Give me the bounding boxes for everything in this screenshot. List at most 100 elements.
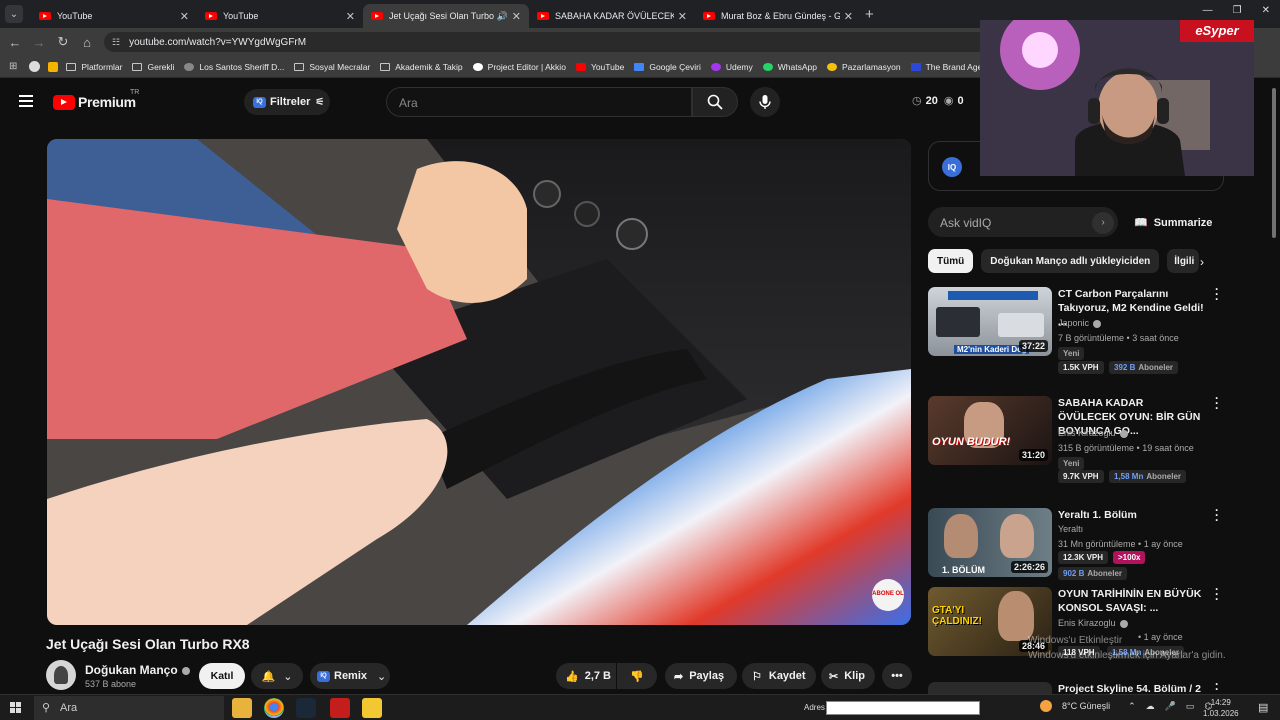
recommendation-channel[interactable]: Enis Kirazoglu xyxy=(1058,428,1128,438)
new-tab-icon[interactable]: + xyxy=(865,6,874,23)
notifications-icon[interactable]: ▤ xyxy=(1258,701,1268,714)
browser-tab-active[interactable]: Jet Uçağı Sesi Olan Turbo R 🔊 ✕ xyxy=(363,4,529,28)
browser-tab[interactable]: SABAHA KADAR ÖVÜLECEK OY ✕ xyxy=(529,4,695,28)
video-player[interactable]: ABONE OL xyxy=(47,139,911,625)
url-field[interactable]: ☷ youtube.com/watch?v=YWYgdWgGFrM xyxy=(104,32,1094,52)
recommendation-item[interactable]: M2'nin Kaderi Değ 37:22 CT Carbon Parçal… xyxy=(928,283,1221,379)
like-button[interactable]: 👍 2,7 B xyxy=(556,663,616,689)
tab-search-button[interactable]: ⌄ xyxy=(5,5,23,23)
recommendation-item[interactable]: OYUN BUDUR! 31:20 SABAHA KADAR ÖVÜLECEK … xyxy=(928,392,1221,488)
site-info-icon[interactable]: ☷ xyxy=(112,37,120,48)
chrome-icon[interactable] xyxy=(264,698,284,718)
notification-button[interactable]: 🔔 ⌄ xyxy=(251,663,303,689)
ask-vidiq-input[interactable]: Ask vidIQ xyxy=(928,207,1118,237)
browser-tab[interactable]: YouTube ✕ xyxy=(31,4,197,28)
tab-close-icon[interactable]: ✕ xyxy=(844,10,853,23)
more-actions-button[interactable]: ••• xyxy=(882,663,912,689)
home-icon[interactable]: ⌂ xyxy=(75,35,99,50)
remix-button[interactable]: IQ Remix ⌄ xyxy=(310,663,390,689)
bookmark-item[interactable]: Platformlar xyxy=(66,62,122,72)
battery-icon[interactable]: ▭ xyxy=(1186,701,1195,712)
back-icon[interactable]: ← xyxy=(3,35,27,50)
bookmark-item[interactable]: Google Çeviri xyxy=(634,62,701,72)
minimize-icon[interactable]: — xyxy=(1203,5,1213,16)
recommendation-channel[interactable]: Yeraltı xyxy=(1058,524,1083,534)
more-vertical-icon[interactable]: · · · xyxy=(1215,504,1221,526)
tab-close-icon[interactable]: ✕ xyxy=(512,10,521,23)
voice-search-button[interactable] xyxy=(750,87,780,117)
video-thumbnail[interactable]: M2'nin Kaderi Değ 37:22 xyxy=(928,287,1052,356)
filters-button[interactable]: IQ Filtreler ⚟ xyxy=(244,89,330,115)
tab-close-icon[interactable]: ✕ xyxy=(346,10,355,23)
share-button[interactable]: ➦ Paylaş xyxy=(665,663,737,689)
bookmark-item[interactable]: Pazarlamasyon xyxy=(827,62,901,72)
chevron-right-icon[interactable]: › xyxy=(1200,255,1204,269)
apps-grid-icon[interactable]: ⊞ xyxy=(9,61,17,72)
recommendation-item[interactable]: 1. BÖLÜM 2:26:26 Yeraltı 1. Bölüm Yeralt… xyxy=(928,504,1221,580)
google-icon[interactable] xyxy=(29,61,41,72)
channel-avatar[interactable] xyxy=(46,660,76,690)
taskbar-search-input[interactable]: ⚲ Ara xyxy=(34,696,224,720)
audio-playing-icon[interactable]: 🔊 xyxy=(497,11,508,22)
chevron-up-icon[interactable]: ⌃ xyxy=(1128,701,1136,712)
browser-tab[interactable]: YouTube ✕ xyxy=(197,4,363,28)
bookmark-item[interactable]: Project Editor | Akkio xyxy=(472,62,566,72)
dislike-button[interactable]: 👎 xyxy=(617,663,657,689)
subscribe-watermark[interactable]: ABONE OL xyxy=(872,579,904,611)
windows-start-icon[interactable] xyxy=(10,702,21,713)
video-thumbnail[interactable]: 1. BÖLÜM 2:26:26 xyxy=(928,508,1052,577)
bookmark-favicon-icon[interactable] xyxy=(48,61,59,72)
recommendation-item[interactable]: Project Skyline 54. Bölüm / 2 ·· xyxy=(928,682,1218,694)
more-vertical-icon[interactable]: · · · xyxy=(1215,283,1221,305)
more-vertical-icon[interactable]: · · · xyxy=(1215,392,1221,414)
cloud-icon[interactable]: ☁ xyxy=(1146,701,1155,712)
address-toolbar-input[interactable] xyxy=(826,701,980,715)
bookmark-item[interactable]: Los Santos Sheriff D... xyxy=(184,62,284,72)
bookmark-item[interactable]: WhatsApp xyxy=(762,62,817,72)
close-window-icon[interactable]: ✕ xyxy=(1262,5,1270,16)
menu-icon[interactable] xyxy=(19,95,33,107)
bookmark-item[interactable]: The Brand Age xyxy=(910,62,982,72)
recommendation-title[interactable]: Project Skyline 54. Bölüm / 2 xyxy=(1058,682,1204,694)
search-button[interactable] xyxy=(692,87,738,117)
video-thumbnail[interactable]: OYUN BUDUR! 31:20 xyxy=(928,396,1052,465)
search-input[interactable]: Ara xyxy=(386,87,692,117)
summarize-button[interactable]: 📖 Summarize xyxy=(1134,216,1212,229)
app-icon[interactable] xyxy=(330,698,350,718)
chip-from-uploader[interactable]: Doğukan Manço adlı yükleyiciden xyxy=(981,249,1160,273)
chip-all[interactable]: Tümü xyxy=(928,249,974,273)
recommendation-channel[interactable]: Japonic xyxy=(1058,318,1102,328)
taskbar-clock[interactable]: 14:29 1.03.2026 xyxy=(1203,697,1239,719)
recommendation-title[interactable]: OYUN TARİHİNİN EN BÜYÜK KONSOL SAVAŞI: .… xyxy=(1058,587,1204,615)
bookmark-item[interactable]: Akademik & Takip xyxy=(380,62,463,72)
bookmark-item[interactable]: Gerekli xyxy=(132,62,174,72)
reload-icon[interactable]: ↻ xyxy=(51,34,75,50)
video-thumbnail[interactable] xyxy=(928,682,1052,694)
chip-related[interactable]: İlgili xyxy=(1167,249,1200,273)
vidiq-icon[interactable]: IQ xyxy=(942,157,962,177)
recommendation-title[interactable]: Yeraltı 1. Bölüm xyxy=(1058,508,1204,522)
save-button[interactable]: ⚐ Kaydet xyxy=(742,663,816,689)
file-explorer-icon[interactable] xyxy=(232,698,252,718)
send-arrow-icon[interactable]: › xyxy=(1092,212,1114,234)
steam-icon[interactable] xyxy=(296,698,316,718)
more-vertical-icon[interactable]: · · · xyxy=(1215,583,1221,605)
microphone-icon[interactable]: 🎤 xyxy=(1165,701,1176,712)
recommendation-channel[interactable]: Enis Kirazoglu xyxy=(1058,618,1128,628)
join-button[interactable]: Katıl xyxy=(199,663,245,689)
bookmark-item[interactable]: Sosyal Mecralar xyxy=(294,62,370,72)
maximize-icon[interactable]: ❐ xyxy=(1233,5,1242,16)
tab-close-icon[interactable]: ✕ xyxy=(180,10,189,23)
tab-close-icon[interactable]: ✕ xyxy=(678,10,687,23)
browser-tab[interactable]: Murat Boz & Ebru Gündeş - Gü ✕ xyxy=(695,4,861,28)
forward-icon[interactable]: → xyxy=(27,35,51,50)
app-icon[interactable] xyxy=(362,698,382,718)
bookmark-item[interactable]: Udemy xyxy=(710,62,753,72)
clip-button[interactable]: ✂ Klip xyxy=(821,663,875,689)
page-scrollbar[interactable] xyxy=(1272,88,1276,238)
youtube-premium-logo[interactable]: Premium xyxy=(53,94,136,110)
more-vertical-icon[interactable]: ·· xyxy=(1215,682,1218,694)
channel-name[interactable]: Doğukan Manço xyxy=(85,663,190,677)
bookmark-item[interactable]: YouTube xyxy=(575,62,624,72)
weather-text[interactable]: 8°C Güneşli xyxy=(1062,701,1110,711)
